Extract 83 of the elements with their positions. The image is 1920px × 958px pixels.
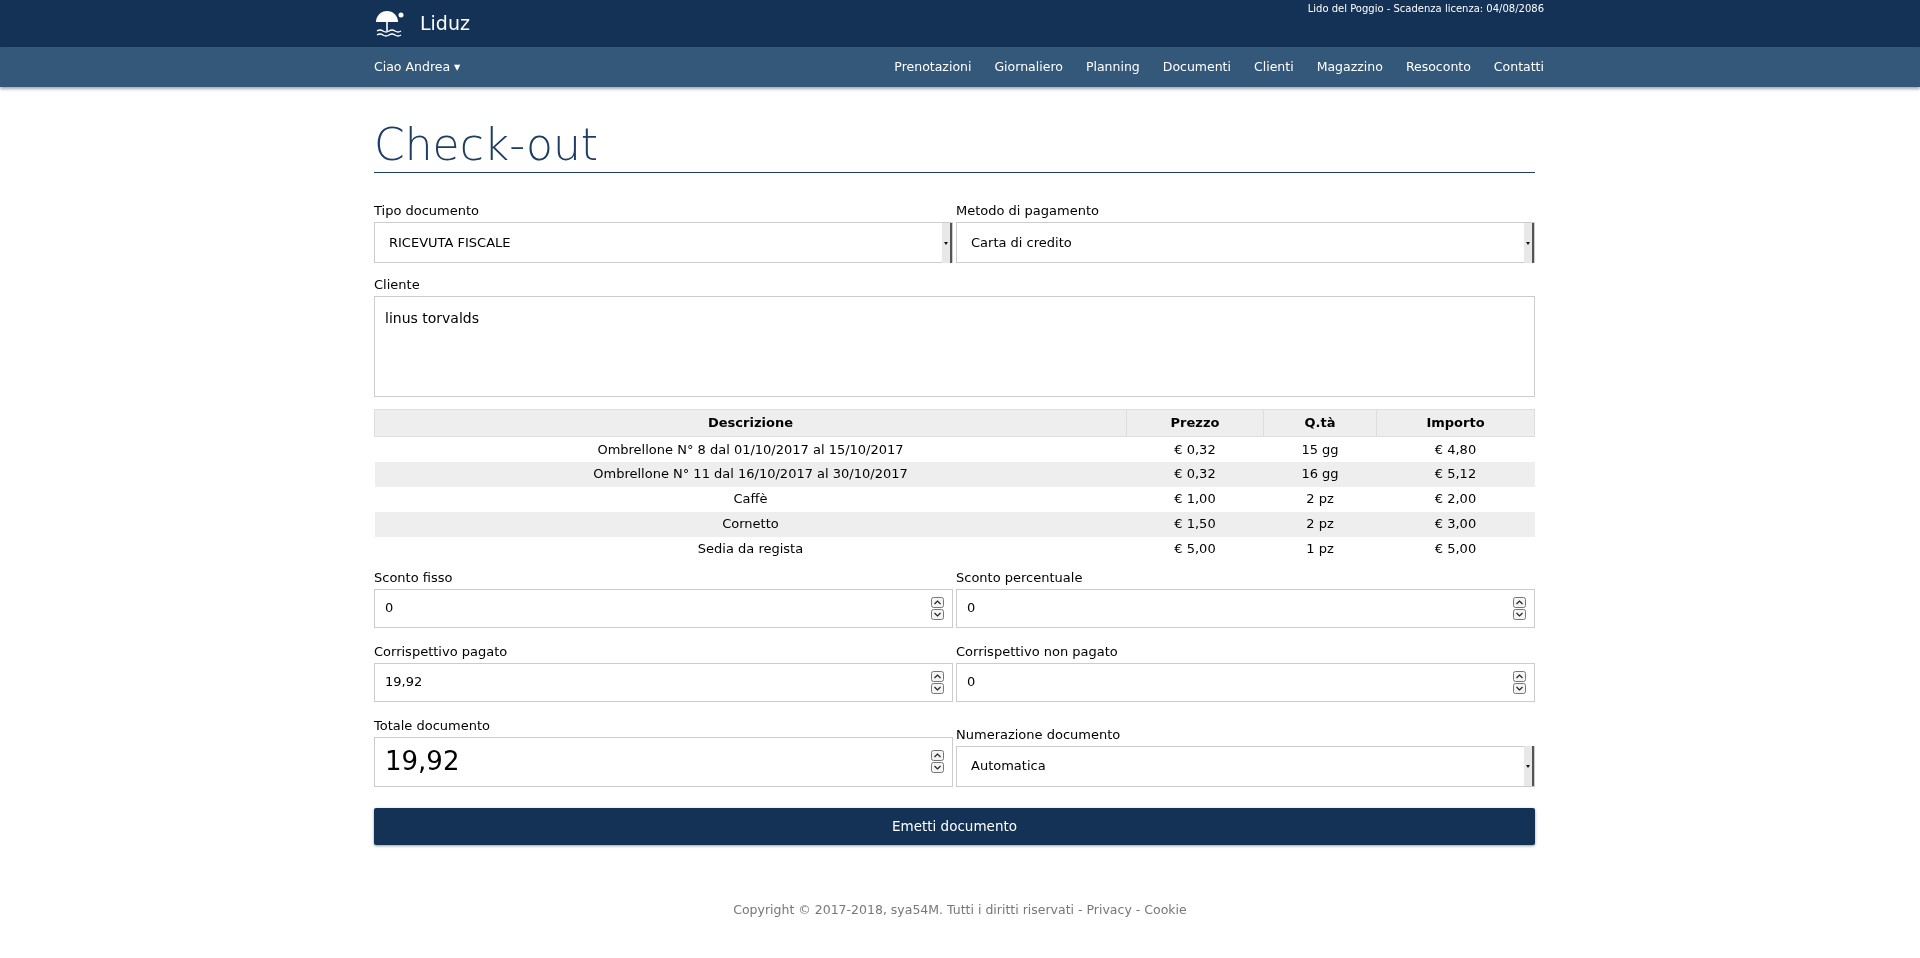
spinner-control[interactable] — [1513, 670, 1526, 694]
table-cell: 15 gg — [1263, 436, 1377, 462]
caret-down-icon — [942, 222, 952, 263]
table-cell: Ombrellone N° 8 dal 01/10/2017 al 15/10/2017 — [374, 436, 1127, 462]
column-header: Prezzo — [1126, 409, 1264, 437]
nav-link[interactable]: Resoconto — [1405, 57, 1471, 77]
field-label: Metodo di pagamento — [956, 203, 1100, 219]
copyright-text: Copyright © 2017-2018, sya54M. Tutti i diritti riservati - — [733, 900, 1083, 919]
chevron-down-icon[interactable] — [931, 608, 944, 620]
table-cell: € 2,00 — [1376, 486, 1535, 512]
nav-link[interactable]: Clienti — [1254, 57, 1294, 77]
chevron-down-icon[interactable] — [931, 762, 944, 773]
caret-down-icon — [1524, 746, 1534, 786]
table-cell: 2 pz — [1263, 511, 1377, 537]
nav-link[interactable]: Prenotazioni — [894, 57, 972, 77]
field-label: Cliente — [374, 277, 421, 293]
select-field[interactable]: Automatica — [956, 745, 1535, 787]
number-field[interactable]: 19,92 — [374, 736, 953, 787]
column-header: Descrizione — [374, 409, 1127, 437]
page-title: Check-out — [374, 119, 1535, 173]
beach-umbrella-icon — [374, 9, 404, 38]
table-cell: Cornetto — [374, 511, 1127, 537]
table-cell: 2 pz — [1263, 486, 1377, 512]
field-value: 19,92 — [384, 745, 460, 778]
chevron-up-icon[interactable] — [931, 596, 944, 608]
number-field[interactable]: 0 — [956, 588, 1535, 628]
nav-link[interactable]: Giornaliero — [994, 57, 1063, 77]
field-label: Corrispettivo non pagato — [956, 643, 1119, 660]
field-label: Numerazione documento — [956, 726, 1122, 743]
select-value: RICEVUTA FISCALE — [388, 233, 511, 252]
number-field[interactable]: 0 — [956, 662, 1535, 702]
field-value: 19,92 — [384, 673, 423, 692]
chevron-down-icon[interactable] — [931, 682, 944, 694]
field-label: Sconto fisso — [374, 569, 454, 586]
footer-link[interactable]: Privacy — [1086, 900, 1132, 920]
table-cell: € 1,00 — [1126, 486, 1264, 512]
link-separator: - — [1135, 900, 1141, 919]
table-cell: Ombrellone N° 11 dal 16/10/2017 al 30/10/2017 — [374, 461, 1127, 487]
number-field[interactable]: 0 — [374, 588, 953, 628]
nav-link[interactable]: Planning — [1085, 57, 1140, 77]
field-label: Corrispettivo pagato — [374, 643, 509, 660]
field-value: linus torvalds — [385, 310, 479, 326]
nav-link[interactable]: Contatti — [1493, 57, 1544, 77]
field-label: Totale documento — [374, 717, 492, 734]
number-field[interactable]: 19,92 — [374, 662, 953, 702]
field-label: Tipo documento — [374, 203, 481, 219]
chevron-down-icon[interactable] — [1513, 608, 1526, 620]
spinner-control[interactable] — [931, 596, 944, 620]
chevron-up-icon[interactable] — [1513, 596, 1526, 608]
submit-button[interactable]: Emetti documento — [374, 807, 1535, 845]
license-info: Lido del Poggio - Scadenza licenza: 04/08/2086 — [1307, 2, 1544, 16]
column-header: Importo — [1376, 409, 1535, 437]
field-value: 0 — [384, 599, 394, 618]
textarea-field[interactable]: linus torvalds — [374, 296, 1535, 397]
footer-link[interactable]: Cookie — [1144, 900, 1187, 920]
field-label: Sconto percentuale — [956, 569, 1084, 586]
table-cell: € 1,50 — [1126, 511, 1264, 537]
field-value: 0 — [966, 599, 976, 618]
table-cell: 16 gg — [1263, 461, 1377, 487]
spinner-control[interactable] — [931, 750, 944, 773]
chevron-up-icon[interactable] — [1513, 670, 1526, 682]
nav-link[interactable]: Magazzino — [1316, 57, 1383, 77]
column-header: Q.tà — [1263, 409, 1377, 437]
select-field[interactable]: RICEVUTA FISCALE — [374, 222, 953, 263]
table-cell: € 5,12 — [1376, 461, 1535, 487]
table-cell: € 4,80 — [1376, 436, 1535, 462]
table-cell: € 0,32 — [1126, 461, 1264, 487]
spinner-control[interactable] — [931, 670, 944, 694]
select-field[interactable]: Carta di credito — [956, 222, 1535, 263]
chevron-up-icon[interactable] — [931, 750, 944, 761]
table-cell: Caffè — [374, 486, 1127, 512]
nav-link[interactable]: Documenti — [1162, 57, 1231, 77]
brand-name[interactable]: Liduz — [420, 9, 470, 38]
select-value: Automatica — [970, 757, 1046, 776]
table-cell: € 3,00 — [1376, 511, 1535, 537]
select-value: Carta di credito — [970, 233, 1072, 252]
chevron-down-icon[interactable] — [1513, 682, 1526, 694]
chevron-up-icon[interactable] — [931, 670, 944, 682]
field-value: 0 — [966, 673, 976, 692]
caret-down-icon — [1524, 222, 1534, 263]
user-menu[interactable]: Ciao Andrea ▾ — [374, 57, 461, 77]
spinner-control[interactable] — [1513, 596, 1526, 620]
table-cell: € 0,32 — [1126, 436, 1264, 462]
